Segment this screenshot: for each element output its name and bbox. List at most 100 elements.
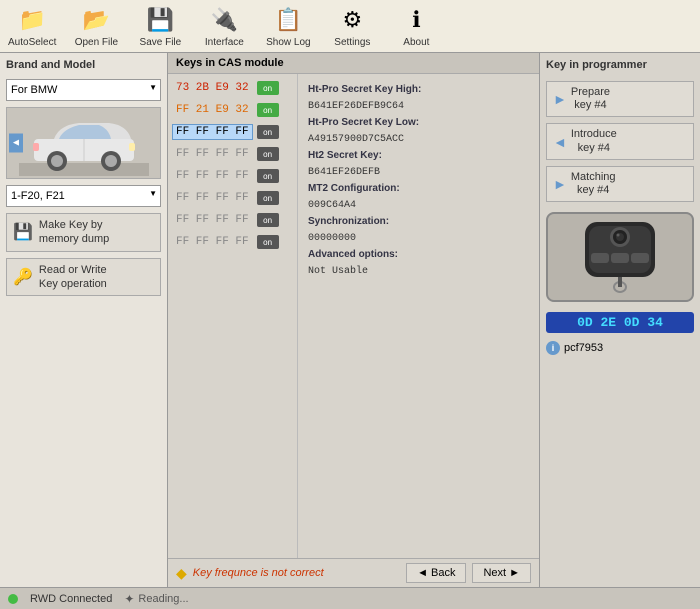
toolbar-autoselect[interactable]: 📁 AutoSelect xyxy=(8,4,56,48)
interface-icon: 🔌 xyxy=(208,4,240,36)
right-header: Key in programmer xyxy=(546,59,694,71)
next-arrow-icon: ► xyxy=(509,567,520,579)
introduce-key-label: Introduce key #4 xyxy=(571,128,617,154)
warning-text: Key frequnce is not correct xyxy=(193,567,324,579)
make-key-label: Make Key by memory dump xyxy=(39,218,109,247)
autoselect-label: AutoSelect xyxy=(8,37,56,48)
prepare-key-label: Prepare key #4 xyxy=(571,86,610,112)
interface-label: Interface xyxy=(205,37,244,48)
key-row-5: FF FF FF FF on xyxy=(172,188,293,208)
keys-column: 73 2B E9 32 on FF 21 E9 32 on FF FF FF F… xyxy=(168,74,298,558)
ht2-secret-label: Ht2 Secret Key: xyxy=(308,150,382,161)
back-arrow-icon: ◄ xyxy=(417,567,428,579)
sync-value: 00000000 xyxy=(308,233,356,244)
key-hex-0[interactable]: 73 2B E9 32 xyxy=(172,80,253,96)
key-row-6: FF FF FF FF on xyxy=(172,210,293,230)
key-indicator-5[interactable]: on xyxy=(257,191,279,205)
read-write-button[interactable]: 🔑 Read or Write Key operation xyxy=(6,258,161,297)
key-row-4: FF FF FF FF on xyxy=(172,166,293,186)
ht2-secret-value: B641EF26DEFB xyxy=(308,167,380,178)
key-visual xyxy=(546,212,694,302)
key-indicator-6[interactable]: on xyxy=(257,213,279,227)
key-row-0: 73 2B E9 32 on xyxy=(172,78,293,98)
toolbar-interface[interactable]: 🔌 Interface xyxy=(200,4,248,48)
prepare-arrow-icon: ► xyxy=(553,91,567,107)
warning-bar: ◆ Key frequnce is not correct ◄ Back Nex… xyxy=(168,558,539,587)
toolbar-openfile[interactable]: 📂 Open File xyxy=(72,4,120,48)
keys-header: Keys in CAS module xyxy=(168,53,539,74)
read-write-label: Read or Write Key operation xyxy=(39,263,107,292)
key-chip-info: i pcf7953 xyxy=(546,341,694,355)
prepare-key-button[interactable]: ► Prepare key #4 xyxy=(546,81,694,117)
mt2-config-label: MT2 Configuration: xyxy=(308,183,400,194)
openfile-label: Open File xyxy=(75,37,118,48)
key-hex-6[interactable]: FF FF FF FF xyxy=(172,212,253,228)
back-button[interactable]: ◄ Back xyxy=(406,563,466,583)
toolbar-savefile[interactable]: 💾 Save File xyxy=(136,4,184,48)
model-dropdown[interactable]: 1-F20, F21 xyxy=(6,185,161,207)
key-indicator-7[interactable]: on xyxy=(257,235,279,249)
advanced-label: Advanced options: xyxy=(308,249,398,260)
showlog-label: Show Log xyxy=(266,37,310,48)
model-dropdown-wrapper: 1-F20, F21 xyxy=(6,185,161,207)
status-bar: RWD Connected ✦ Reading... xyxy=(0,587,700,609)
chip-info-icon: i xyxy=(546,341,560,355)
car-image: ◄ xyxy=(6,107,161,179)
connection-status-text: RWD Connected xyxy=(30,593,112,605)
matching-key-label: Matching key #4 xyxy=(571,171,616,197)
key-row-1: FF 21 E9 32 on xyxy=(172,100,293,120)
ht-pro-low-value: A49157900D7C5ACC xyxy=(308,134,404,145)
advanced-value: Not Usable xyxy=(308,266,368,277)
key-hex-1[interactable]: FF 21 E9 32 xyxy=(172,102,253,118)
key-info-section: Ht-Pro Secret Key High: B641EF26DEFB9C64… xyxy=(304,78,533,284)
key-hex-7[interactable]: FF FF FF FF xyxy=(172,234,253,250)
ht-pro-high-value: B641EF26DEFB9C64 xyxy=(308,101,404,112)
toolbar-settings[interactable]: ⚙ Settings xyxy=(328,4,376,48)
key-hex-5[interactable]: FF FF FF FF xyxy=(172,190,253,206)
about-icon: ℹ xyxy=(400,4,432,36)
reading-text: Reading... xyxy=(138,593,188,605)
key-indicator-2[interactable]: on xyxy=(257,125,279,139)
savefile-icon: 💾 xyxy=(144,4,176,36)
key-row-7: FF FF FF FF on xyxy=(172,232,293,252)
reading-status: ✦ Reading... xyxy=(124,592,188,606)
warning-icon: ◆ xyxy=(176,565,187,582)
autoselect-icon: 📁 xyxy=(16,4,48,36)
key-row-2: FF FF FF FF on xyxy=(172,122,293,142)
key-hex-3[interactable]: FF FF FF FF xyxy=(172,146,253,162)
brand-model-label: Brand and Model xyxy=(6,59,161,71)
key-row-3: FF FF FF FF on xyxy=(172,144,293,164)
make-key-button[interactable]: 💾 Make Key by memory dump xyxy=(6,213,161,252)
next-button[interactable]: Next ► xyxy=(472,563,531,583)
toolbar-about[interactable]: ℹ About xyxy=(392,4,440,48)
ht-pro-low-label: Ht-Pro Secret Key Low: xyxy=(308,117,419,128)
car-prev-button[interactable]: ◄ xyxy=(9,134,23,153)
middle-content: 73 2B E9 32 on FF 21 E9 32 on FF FF FF F… xyxy=(168,74,539,558)
chip-label: pcf7953 xyxy=(564,342,603,354)
right-panel: Key in programmer ► Prepare key #4 ◄ Int… xyxy=(540,53,700,587)
about-label: About xyxy=(403,37,429,48)
key-indicator-0[interactable]: on xyxy=(257,81,279,95)
toolbar-showlog[interactable]: 📋 Show Log xyxy=(264,4,312,48)
settings-icon: ⚙ xyxy=(336,4,368,36)
introduce-arrow-icon: ◄ xyxy=(553,134,567,150)
brand-dropdown[interactable]: For BMW xyxy=(6,79,161,101)
openfile-icon: 📂 xyxy=(80,4,112,36)
key-indicator-4[interactable]: on xyxy=(257,169,279,183)
introduce-key-button[interactable]: ◄ Introduce key #4 xyxy=(546,123,694,159)
key-indicator-1[interactable]: on xyxy=(257,103,279,117)
memory-icon: 💾 xyxy=(13,222,33,242)
connection-status-dot xyxy=(8,594,18,604)
key-indicator-3[interactable]: on xyxy=(257,147,279,161)
key-visual-svg xyxy=(575,217,665,297)
savefile-label: Save File xyxy=(140,37,182,48)
car-svg xyxy=(19,111,149,176)
brand-dropdown-wrapper: For BMW xyxy=(6,79,161,101)
key-hex-4[interactable]: FF FF FF FF xyxy=(172,168,253,184)
key-code-display: 0D 2E 0D 34 xyxy=(546,312,694,333)
sync-label: Synchronization: xyxy=(308,216,389,227)
key-hex-2[interactable]: FF FF FF FF xyxy=(172,124,253,140)
info-column: Ht-Pro Secret Key High: B641EF26DEFB9C64… xyxy=(298,74,539,558)
mt2-config-value: 009C64A4 xyxy=(308,200,356,211)
matching-key-button[interactable]: ► Matching key #4 xyxy=(546,166,694,202)
